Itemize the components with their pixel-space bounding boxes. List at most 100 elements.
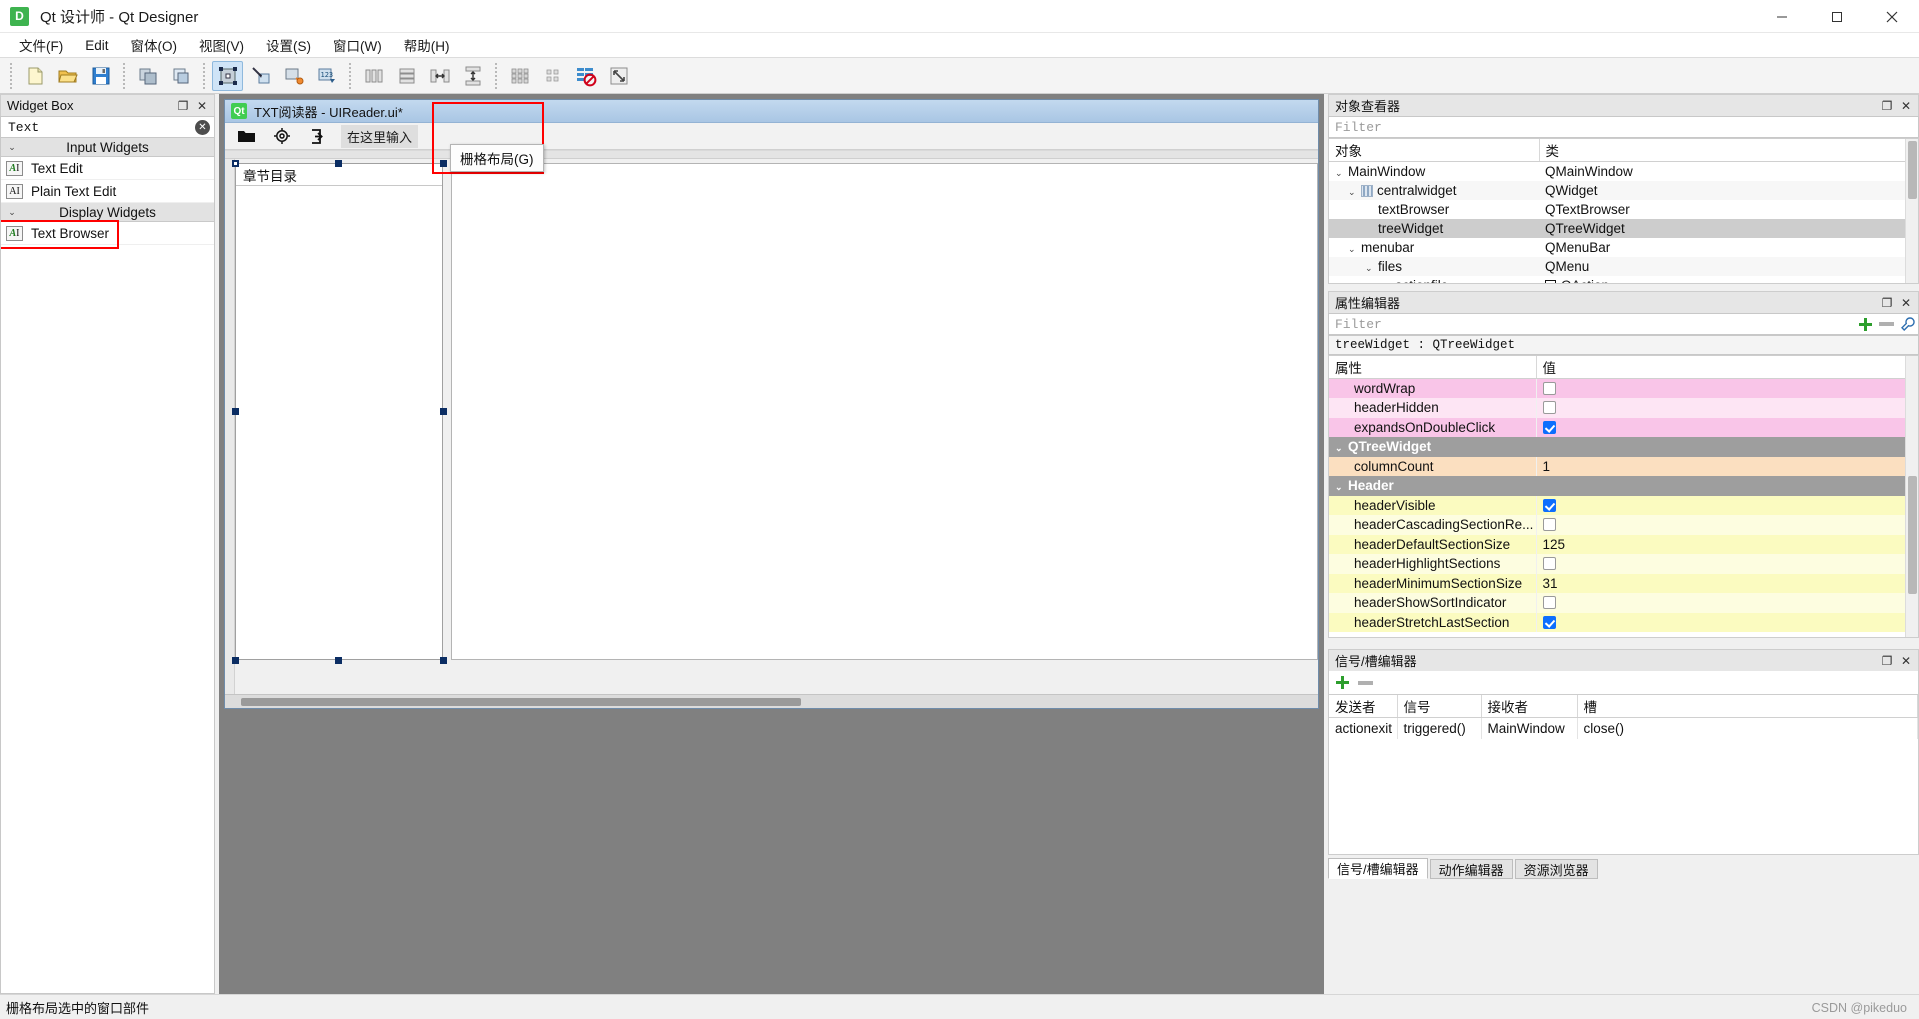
selection-handle-top-center[interactable] xyxy=(335,160,342,167)
widget-box-search[interactable]: ✕ xyxy=(0,116,215,138)
text-browser-preview[interactable] xyxy=(451,163,1318,660)
settings-action[interactable] xyxy=(269,125,295,147)
property-editor-close-button[interactable]: ✕ xyxy=(1898,295,1914,311)
property-row-columncount[interactable]: columnCount 1 xyxy=(1329,456,1918,476)
checkbox-headerhidden[interactable] xyxy=(1542,401,1556,415)
table-row[interactable]: actionexit triggered() MainWindow close(… xyxy=(1329,717,1918,739)
remove-property-icon[interactable] xyxy=(1879,322,1894,326)
chevron-down-icon[interactable]: ⌄ xyxy=(1348,244,1361,255)
menu-form[interactable]: 窗体(O) xyxy=(120,32,189,58)
edit-widgets-button[interactable] xyxy=(212,60,243,91)
widget-box-close-button[interactable]: ✕ xyxy=(194,98,210,114)
property-row-headerdefaultsectionsize[interactable]: headerDefaultSectionSize 125 xyxy=(1329,534,1918,554)
checkbox-headercascadingsectionresizes[interactable] xyxy=(1542,518,1556,532)
table-row[interactable]: textBrowser QTextBrowser xyxy=(1329,200,1918,219)
widget-category-display-widgets[interactable]: ⌄ Display Widgets xyxy=(1,203,214,222)
property-row-headervisible[interactable]: headerVisible xyxy=(1329,495,1918,515)
object-inspector-filter[interactable] xyxy=(1328,116,1919,138)
widget-item-text-browser[interactable]: AI Text Browser xyxy=(1,220,214,249)
chevron-down-icon[interactable]: ⌄ xyxy=(1348,187,1361,198)
property-row-headershowsortindicator[interactable]: headerShowSortIndicator xyxy=(1329,593,1918,613)
menu-settings[interactable]: 设置(S) xyxy=(255,32,322,58)
property-value[interactable]: 31 xyxy=(1536,573,1918,593)
chevron-down-icon[interactable]: ⌄ xyxy=(1335,168,1348,179)
widget-category-input-widgets[interactable]: ⌄ Input Widgets xyxy=(1,138,214,157)
layout-splitter-vertical-button[interactable] xyxy=(457,61,488,91)
clear-search-icon[interactable]: ✕ xyxy=(195,119,210,135)
table-row[interactable]: ⌄ centralwidget QWidget xyxy=(1329,180,1918,200)
menu-window[interactable]: 窗口(W) xyxy=(322,32,393,58)
checkbox-headershowsortindicator[interactable] xyxy=(1542,596,1556,610)
layout-vertically-button[interactable] xyxy=(391,61,422,91)
widget-box-float-button[interactable]: ❐ xyxy=(175,98,191,114)
object-inspector-vscrollbar[interactable] xyxy=(1905,139,1918,283)
layout-grid-button[interactable] xyxy=(504,61,535,91)
property-editor-filter-input[interactable] xyxy=(1333,315,1858,333)
widget-box-search-input[interactable] xyxy=(6,118,195,136)
property-value[interactable]: 125 xyxy=(1536,534,1918,554)
scrollbar-thumb[interactable] xyxy=(1908,141,1917,199)
property-row-headerhighlightsections[interactable]: headerHighlightSections xyxy=(1329,554,1918,574)
break-layout-button[interactable] xyxy=(570,61,601,91)
widget-item-plain-text-edit[interactable]: AI Plain Text Edit xyxy=(1,180,214,203)
tree-widget-preview[interactable]: 章节目录 xyxy=(235,163,443,660)
widget-item-text-edit[interactable]: AI Text Edit xyxy=(1,157,214,180)
adjust-size-button[interactable] xyxy=(603,61,634,91)
selection-handle-bottom-right[interactable] xyxy=(440,657,447,664)
object-inspector-close-button[interactable]: ✕ xyxy=(1898,98,1914,114)
paste-button[interactable] xyxy=(165,61,196,91)
checkbox-headervisible[interactable] xyxy=(1542,498,1556,512)
table-row[interactable]: ⌄ menubar QMenuBar xyxy=(1329,238,1918,257)
selection-handle-top-right[interactable] xyxy=(440,160,447,167)
chevron-down-icon[interactable]: ⌄ xyxy=(1335,482,1348,493)
signal-slot-editor-float-button[interactable]: ❐ xyxy=(1879,653,1895,669)
add-connection-icon[interactable] xyxy=(1335,675,1350,690)
edit-buddies-button[interactable] xyxy=(278,61,309,91)
property-value[interactable]: 1 xyxy=(1536,456,1918,476)
property-row-expandsondoubleclick[interactable]: expandsOnDoubleClick xyxy=(1329,417,1918,437)
menu-help[interactable]: 帮助(H) xyxy=(393,32,461,58)
chevron-down-icon[interactable]: ⌄ xyxy=(1365,263,1378,274)
table-row[interactable]: ⌄ files QMenu xyxy=(1329,256,1918,276)
property-row-headerstretchlastsection[interactable]: headerStretchLastSection xyxy=(1329,612,1918,632)
edit-signals-slots-button[interactable] xyxy=(245,61,276,91)
edit-tab-order-button[interactable]: 123 xyxy=(311,61,342,91)
property-editor-vscrollbar[interactable] xyxy=(1905,356,1918,637)
table-row[interactable]: treeWidget QTreeWidget xyxy=(1329,218,1918,238)
scrollbar-thumb[interactable] xyxy=(241,698,801,706)
add-property-icon[interactable] xyxy=(1858,317,1873,332)
checkbox-headerstretchlastsection[interactable] xyxy=(1542,615,1556,629)
property-row-wordwrap[interactable]: wordWrap xyxy=(1329,378,1918,398)
form-horizontal-scrollbar[interactable] xyxy=(225,694,1318,708)
object-inspector-filter-input[interactable] xyxy=(1333,118,1914,136)
table-row[interactable]: ⌄ MainWindow QMainWindow xyxy=(1329,162,1918,181)
tab-signal-slot-editor[interactable]: 信号/槽编辑器 xyxy=(1328,858,1428,879)
remove-connection-icon[interactable] xyxy=(1358,680,1373,685)
selection-handle-bottom-center[interactable] xyxy=(335,657,342,664)
close-button[interactable] xyxy=(1864,0,1919,33)
maximize-button[interactable] xyxy=(1809,0,1864,33)
open-form-button[interactable] xyxy=(52,61,83,91)
property-row-headerminimumsectionsize[interactable]: headerMinimumSectionSize 31 xyxy=(1329,573,1918,593)
property-editor-float-button[interactable]: ❐ xyxy=(1879,295,1895,311)
scrollbar-thumb[interactable] xyxy=(1908,476,1917,594)
checkbox-wordwrap[interactable] xyxy=(1542,382,1556,395)
selection-handle-mid-left[interactable] xyxy=(232,408,239,415)
minimize-button[interactable] xyxy=(1754,0,1809,33)
property-group-qtreewidget[interactable]: ⌄ QTreeWidget xyxy=(1329,437,1918,457)
menu-edit[interactable]: Edit xyxy=(74,35,119,56)
property-row-headercascadingsectionresizes[interactable]: headerCascadingSectionRe... xyxy=(1329,515,1918,535)
selection-handle-mid-right[interactable] xyxy=(440,408,447,415)
signal-slot-editor-close-button[interactable]: ✕ xyxy=(1898,653,1914,669)
layout-form-button[interactable] xyxy=(537,61,568,91)
property-group-header[interactable]: ⌄ Header xyxy=(1329,476,1918,496)
property-row-headerhidden[interactable]: headerHidden xyxy=(1329,398,1918,418)
menu-file[interactable]: 文件(F) xyxy=(8,32,74,58)
tab-resource-browser[interactable]: 资源浏览器 xyxy=(1514,859,1598,879)
layout-horizontally-button[interactable] xyxy=(358,61,389,91)
new-form-button[interactable] xyxy=(19,61,50,91)
table-row[interactable]: actionfile QAction xyxy=(1329,276,1918,283)
copy-button[interactable] xyxy=(132,61,163,91)
checkbox-expandsondoubleclick[interactable] xyxy=(1542,420,1556,434)
chevron-down-icon[interactable]: ⌄ xyxy=(1335,443,1348,454)
